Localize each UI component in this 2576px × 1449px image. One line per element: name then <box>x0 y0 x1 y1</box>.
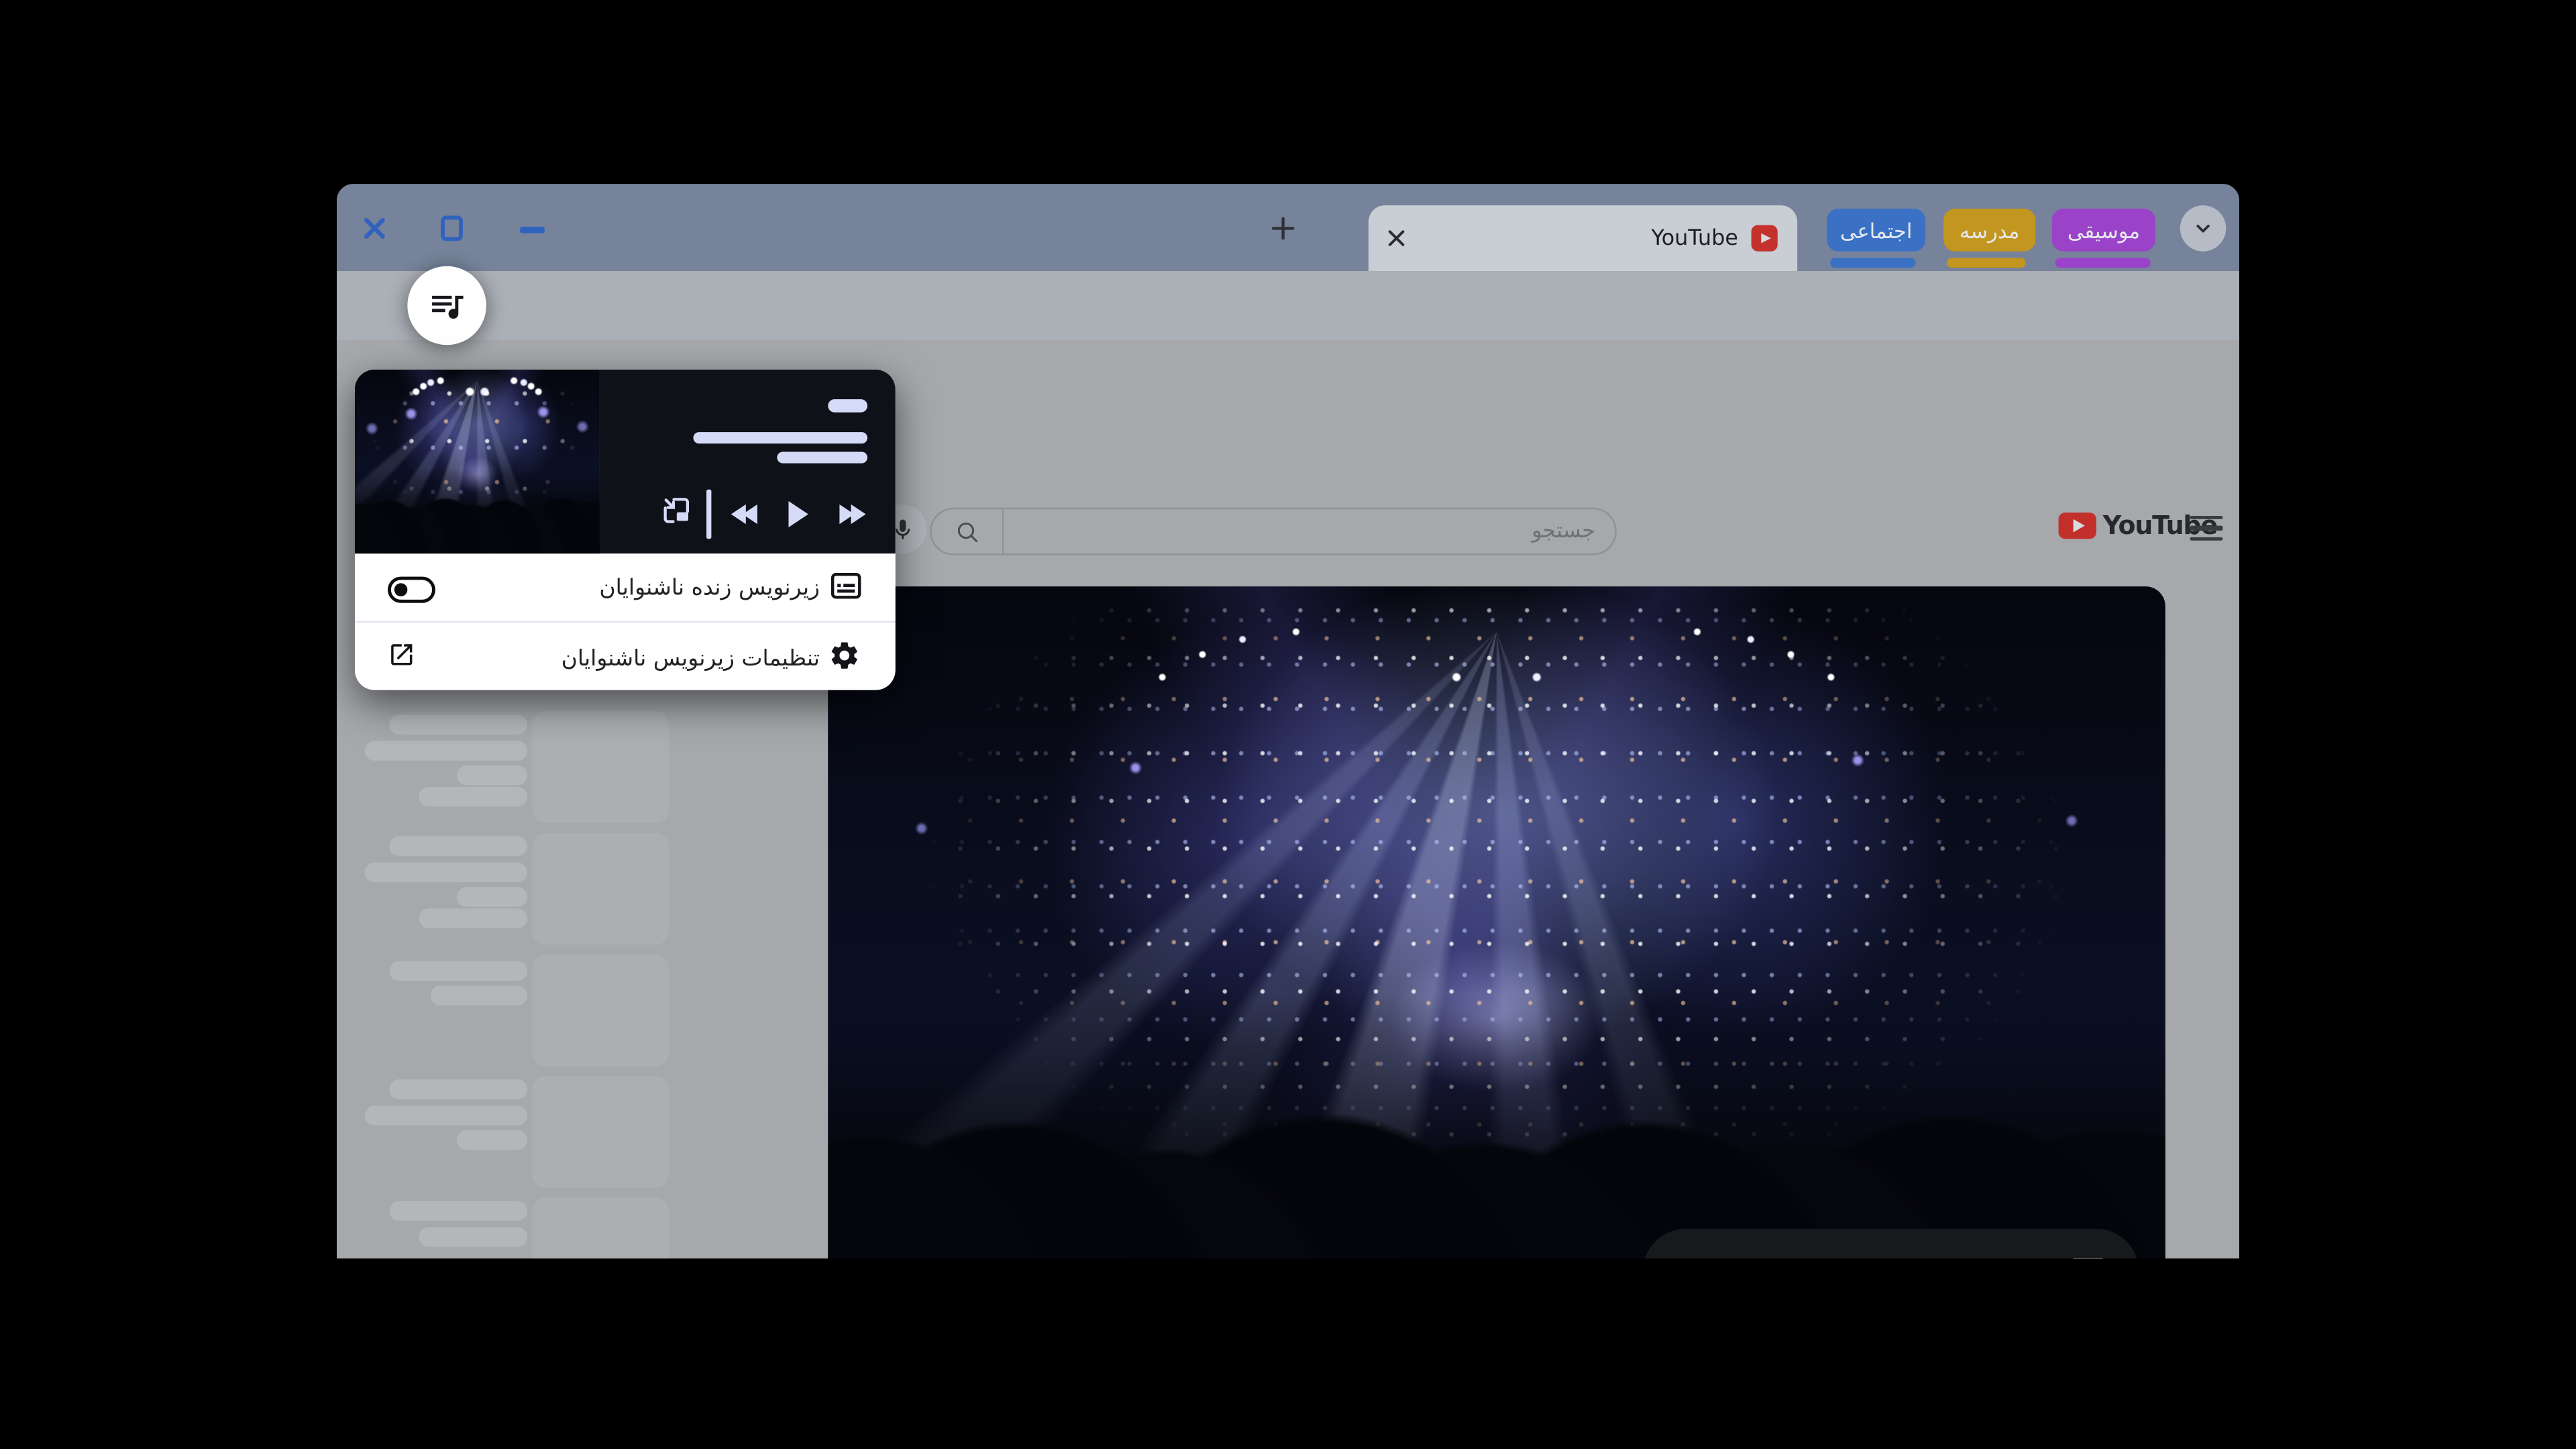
chevron-down-icon <box>2192 217 2214 239</box>
play-button[interactable] <box>782 494 815 534</box>
media-artwork <box>355 370 600 553</box>
caption-settings-label: تنظیمات زیرنویس ناشنوایان <box>561 645 820 671</box>
tab-group-tab-yellow <box>1947 258 2026 268</box>
skeleton-video-item <box>337 1076 682 1191</box>
guide-menu-icon[interactable] <box>2190 516 2222 541</box>
tab-group-tab-purple <box>2055 258 2151 268</box>
window-close-icon[interactable] <box>362 215 388 241</box>
search-button[interactable] <box>932 509 1004 553</box>
open-in-new-icon <box>388 640 416 668</box>
live-caption-toggle[interactable] <box>388 577 435 603</box>
tab-group-chip-music[interactable]: موسیقی <box>2052 209 2155 252</box>
search-input[interactable] <box>1004 509 1615 553</box>
youtube-logo-icon <box>2059 513 2096 539</box>
tab-group-chip-social[interactable]: اجتماعی <box>1827 209 1925 252</box>
window-minimize-icon[interactable] <box>519 225 545 252</box>
cast-status-text: درحال پخش در تلویزیون اتاق نشیمن <box>1675 1256 2050 1258</box>
skeleton-thumbnail <box>532 711 668 823</box>
media-controls-popup: زیرنویس زنده ناشنوایان تنظیمات زیرنویس ن… <box>355 370 896 690</box>
skeleton-video-item <box>337 1197 682 1258</box>
captions-icon <box>830 572 863 601</box>
screenshot-stage: YouTube اجتماعی مدرسه موسیقی <box>0 0 2576 1449</box>
live-caption-row: زیرنویس زنده ناشنوایان <box>355 553 896 621</box>
active-tab[interactable]: YouTube <box>1368 205 1797 271</box>
skeleton-thumbnail <box>532 955 668 1067</box>
picture-in-picture-icon <box>658 492 692 526</box>
tab-group-tab-blue <box>1830 258 1915 268</box>
cast-icon <box>2070 1254 2106 1258</box>
media-artist-placeholder <box>777 451 867 463</box>
media-title-placeholder <box>693 432 867 443</box>
tab-strip: YouTube اجتماعی مدرسه موسیقی <box>337 184 2239 271</box>
skeleton-video-item <box>337 711 682 826</box>
tab-title: YouTube <box>1652 226 1738 251</box>
tab-group-chip-school[interactable]: مدرسه <box>1943 209 2035 252</box>
next-track-button[interactable] <box>835 498 871 531</box>
skeleton-thumbnail <box>532 1076 668 1188</box>
new-tab-icon[interactable] <box>1270 215 1296 248</box>
skeleton-thumbnail <box>532 1197 668 1258</box>
tab-search-button[interactable] <box>2180 205 2226 252</box>
media-controls-icon <box>427 286 467 325</box>
browser-window: YouTube اجتماعی مدرسه موسیقی <box>337 184 2239 1258</box>
skeleton-thumbnail <box>532 833 668 945</box>
tab-close-icon[interactable] <box>1388 230 1404 246</box>
window-maximize-icon[interactable] <box>439 215 465 241</box>
previous-track-button[interactable] <box>726 498 762 531</box>
youtube-favicon-icon <box>1752 225 1778 252</box>
settings-gear-icon <box>828 638 861 671</box>
tab-group-label: موسیقی <box>2068 217 2140 242</box>
caption-settings-row[interactable]: تنظیمات زیرنویس ناشنوایان <box>355 622 896 690</box>
video-frame <box>828 586 2165 1258</box>
youtube-search-bar[interactable] <box>930 508 1617 555</box>
tab-group-label: اجتماعی <box>1840 217 1912 242</box>
media-source-placeholder <box>828 399 867 411</box>
skeleton-video-item <box>337 955 682 1069</box>
skeleton-video-item <box>337 833 682 948</box>
picture-in-picture-button[interactable] <box>657 491 694 527</box>
cast-status-banner: درحال پخش در تلویزیون اتاق نشیمن <box>1643 1229 2139 1258</box>
tab-group-label: مدرسه <box>1960 217 2019 242</box>
live-caption-label: زیرنویس زنده ناشنوایان <box>599 575 820 601</box>
media-controls-button[interactable] <box>407 266 486 345</box>
browser-toolbar: ☆ youtube.com/watch/ <box>337 271 2239 340</box>
search-icon <box>954 519 980 545</box>
video-player[interactable]: درحال پخش در تلویزیون اتاق نشیمن <box>828 586 2165 1258</box>
controls-divider <box>706 490 710 539</box>
